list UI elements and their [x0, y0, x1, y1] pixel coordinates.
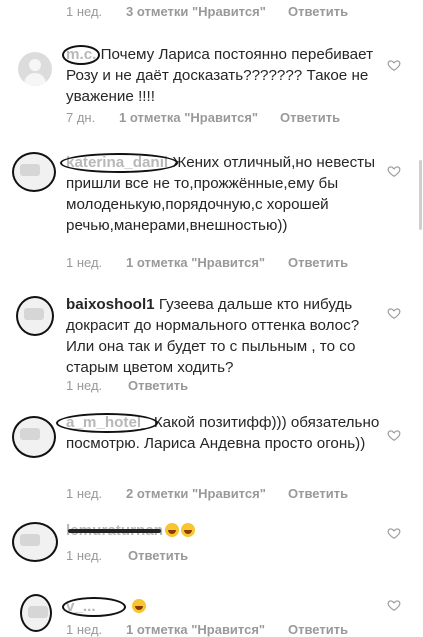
grinning-face-emoji — [181, 523, 196, 537]
username-link[interactable]: a_m_hotel_ — [56, 412, 158, 433]
reply-button[interactable]: Ответить — [288, 4, 348, 19]
like-heart-icon[interactable] — [387, 58, 401, 72]
reply-button[interactable]: Ответить — [288, 255, 348, 270]
comment-time: 1 нед. — [66, 548, 103, 563]
avatar[interactable] — [18, 52, 52, 86]
likes-count-button[interactable]: 1 отметка "Нравится" — [126, 255, 265, 270]
avatar[interactable] — [12, 416, 56, 458]
avatar[interactable] — [12, 522, 58, 562]
like-heart-icon[interactable] — [387, 306, 401, 320]
reply-button[interactable]: Ответить — [288, 486, 348, 501]
comment-time: 1 нед. — [66, 4, 103, 19]
comment-text: katerina_danil Жених отличный,но невесты… — [60, 152, 381, 236]
username-link[interactable]: katerina_danil — [60, 152, 179, 173]
like-heart-icon[interactable] — [387, 428, 401, 442]
comment-time: 1 нед. — [66, 378, 103, 393]
grinning-face-emoji — [165, 523, 180, 537]
username-link[interactable]: v_... — [62, 596, 126, 617]
username-link[interactable]: baixoshool1 — [66, 294, 155, 315]
comment-time: 1 нед. — [66, 255, 103, 270]
likes-count-button[interactable]: 1 отметка "Нравится" — [126, 622, 265, 637]
likes-count-button[interactable]: 2 отметки "Нравится" — [126, 486, 266, 501]
reply-button[interactable]: Ответить — [128, 378, 188, 393]
like-heart-icon[interactable] — [387, 526, 401, 540]
comment-text: baixoshool1 Гузеева дальше кто нибудь до… — [66, 294, 360, 376]
comment-time: 1 нед. — [66, 486, 103, 501]
likes-count-button[interactable]: 1 отметка "Нравится" — [119, 110, 258, 125]
comment-time: 1 нед. — [66, 622, 103, 637]
reply-button[interactable]: Ответить — [128, 548, 188, 563]
avatar[interactable] — [20, 594, 52, 632]
like-heart-icon[interactable] — [387, 164, 401, 178]
like-heart-icon[interactable] — [387, 598, 401, 612]
scrollbar[interactable] — [419, 160, 422, 230]
reply-button[interactable]: Ответить — [288, 622, 348, 637]
likes-count-button[interactable]: 3 отметки "Нравится" — [126, 4, 266, 19]
reply-button[interactable]: Ответить — [280, 110, 340, 125]
username-link[interactable]: m.c. — [62, 44, 101, 65]
comment-text: m.c. Почему Лариса постоянно перебивает … — [62, 44, 381, 107]
avatar[interactable] — [12, 152, 56, 192]
username-link[interactable]: lemuraturnan — [66, 520, 163, 541]
comment-text: v_... — [62, 596, 381, 617]
avatar[interactable] — [16, 296, 54, 336]
comment-time: 7 дн. — [66, 110, 96, 125]
comment-text: lemuraturnan — [66, 520, 381, 541]
comment-text: a_m_hotel_ Какой позитифф))) обязательно… — [56, 412, 381, 454]
winking-face-emoji — [131, 599, 146, 613]
